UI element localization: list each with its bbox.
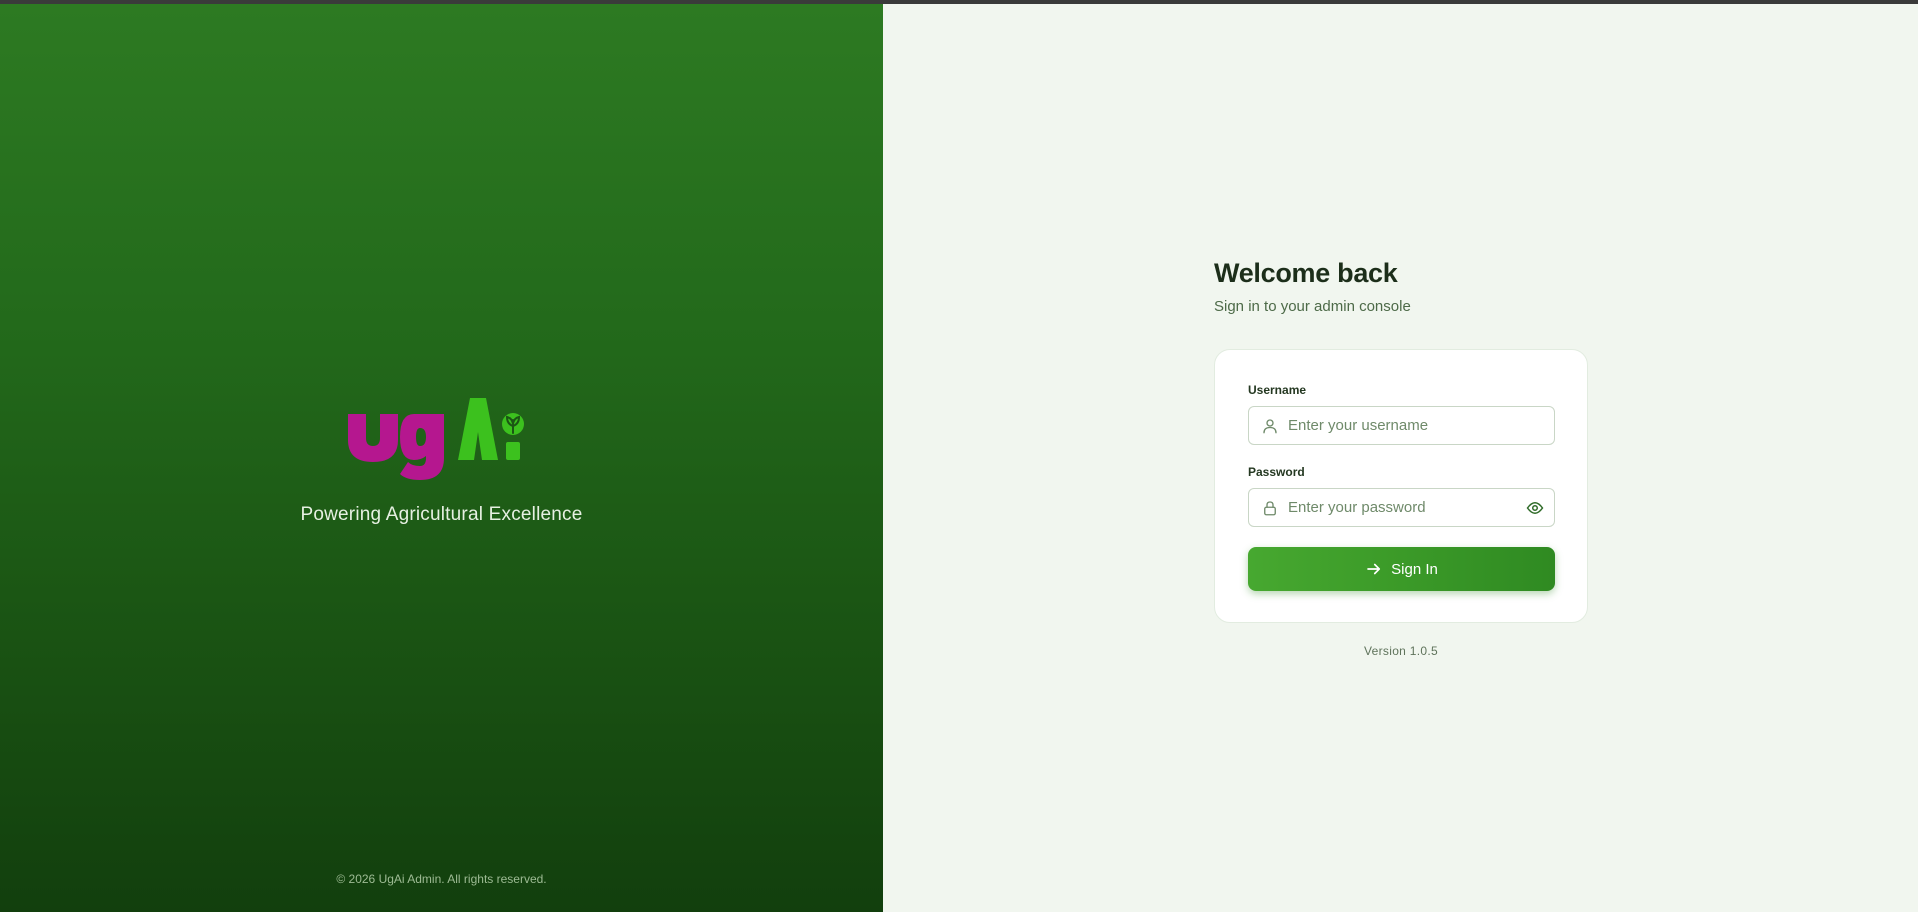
arrow-right-icon	[1367, 563, 1381, 575]
sign-in-label: Sign In	[1391, 560, 1438, 578]
username-field[interactable]	[1248, 406, 1555, 445]
ugai-logo	[348, 398, 524, 480]
lock-icon	[1264, 501, 1276, 516]
password-field[interactable]	[1248, 488, 1555, 527]
password-input[interactable]	[1288, 489, 1518, 526]
version-text: Version 1.0.5	[1364, 644, 1438, 658]
password-label: Password	[1248, 465, 1305, 479]
sign-in-button[interactable]: Sign In	[1248, 547, 1555, 591]
page-subtitle: Sign in to your admin console	[1214, 298, 1411, 315]
login-card: Username Password Sign In	[1214, 349, 1588, 623]
user-icon	[1263, 419, 1277, 434]
copyright-text: © 2026 UgAi Admin. All rights reserved.	[336, 872, 547, 886]
username-label: Username	[1248, 383, 1307, 397]
username-input[interactable]	[1288, 407, 1518, 444]
page-title: Welcome back	[1214, 258, 1398, 288]
brand-panel: Powering Agricultural Excellence © 2026 …	[0, 4, 883, 912]
brand-tagline: Powering Agricultural Excellence	[300, 504, 583, 525]
eye-icon[interactable]	[1526, 499, 1544, 517]
